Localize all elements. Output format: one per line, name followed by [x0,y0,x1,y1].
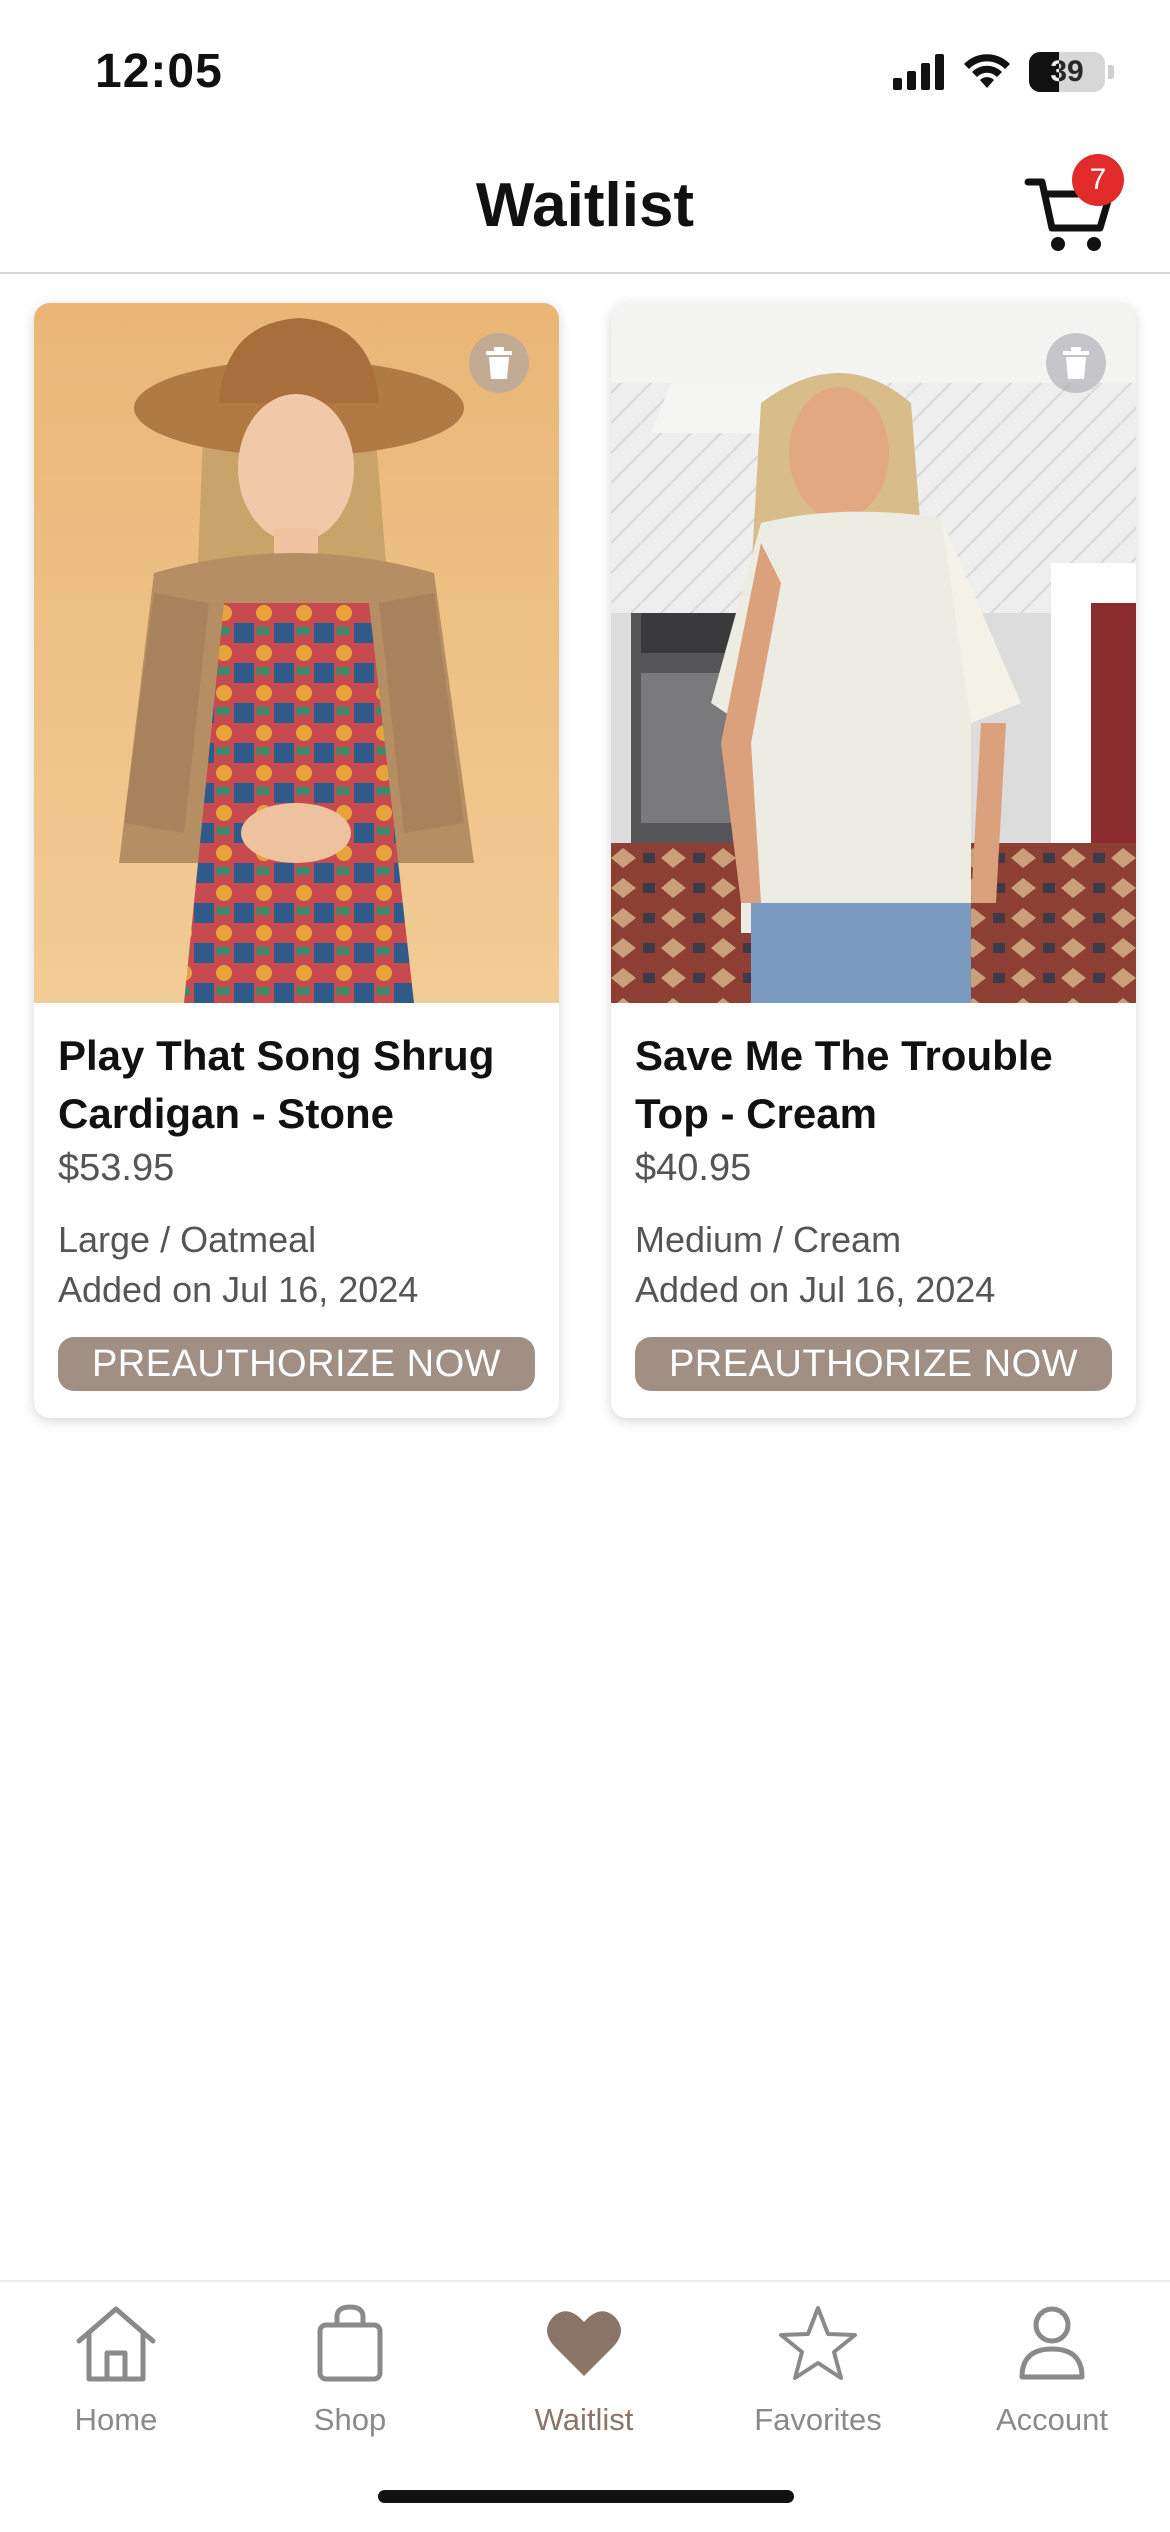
battery-icon: 39 [1029,52,1114,92]
cellular-signal-icon [893,54,944,90]
heart-icon [539,2298,629,2388]
remove-from-waitlist-button[interactable] [469,333,529,393]
product-variant: Medium / Cream [635,1219,902,1260]
status-bar: 12:05 39 [0,0,1170,140]
tab-account[interactable]: Account [952,2298,1152,2458]
tab-shop[interactable]: Shop [250,2298,450,2458]
wifi-icon [964,54,1010,88]
cart-count-badge: 7 [1072,154,1124,206]
shopping-bag-icon [305,2298,395,2388]
home-indicator [378,2490,794,2503]
cart-button[interactable]: 7 [1020,154,1124,260]
home-icon [71,2298,161,2388]
preauthorize-now-button[interactable]: PREAUTHORIZE NOW [58,1337,535,1391]
product-price: $53.95 [58,1147,175,1189]
product-variant: Large / Oatmeal [58,1219,317,1260]
tab-favorites[interactable]: Favorites [718,2298,918,2458]
product-card[interactable]: Save Me The Trouble Top - Cream $40.95 M… [611,303,1136,1418]
product-image[interactable] [611,303,1136,1003]
tab-home[interactable]: Home [16,2298,216,2458]
trash-icon [486,347,512,379]
trash-icon [1063,347,1089,379]
product-name[interactable]: Save Me The Trouble Top - Cream [635,1027,1112,1143]
product-info: Play That Song Shrug Cardigan - Stone $5… [34,1003,559,1391]
product-image[interactable] [34,303,559,1003]
page-title: Waitlist [475,171,695,240]
product-name[interactable]: Play That Song Shrug Cardigan - Stone [58,1027,535,1143]
product-added-date: Added on Jul 16, 2024 [58,1269,419,1310]
battery: 39 [1029,52,1105,92]
status-time: 12:05 [95,45,223,98]
preauthorize-now-button[interactable]: PREAUTHORIZE NOW [635,1337,1112,1391]
star-icon [773,2298,863,2388]
battery-level: 39 [1050,55,1084,88]
tab-label: Home [74,2402,158,2437]
waitlist-grid: Play That Song Shrug Cardigan - Stone $5… [34,303,1136,1418]
tab-label: Account [995,2402,1108,2437]
product-card[interactable]: Play That Song Shrug Cardigan - Stone $5… [34,303,559,1418]
status-icons: 39 [893,52,1114,92]
product-photo [34,303,559,1003]
product-added-date: Added on Jul 16, 2024 [635,1269,996,1310]
battery-tip [1108,65,1114,79]
tab-label: Favorites [754,2402,882,2437]
tab-waitlist[interactable]: Waitlist [484,2298,684,2458]
header: Waitlist 7 [0,140,1170,274]
product-price: $40.95 [635,1147,752,1189]
product-info: Save Me The Trouble Top - Cream $40.95 M… [611,1003,1136,1391]
tab-label: Shop [313,2402,387,2437]
person-icon [1007,2298,1097,2388]
remove-from-waitlist-button[interactable] [1046,333,1106,393]
tab-label: Waitlist [534,2402,634,2437]
product-photo [611,303,1136,1003]
